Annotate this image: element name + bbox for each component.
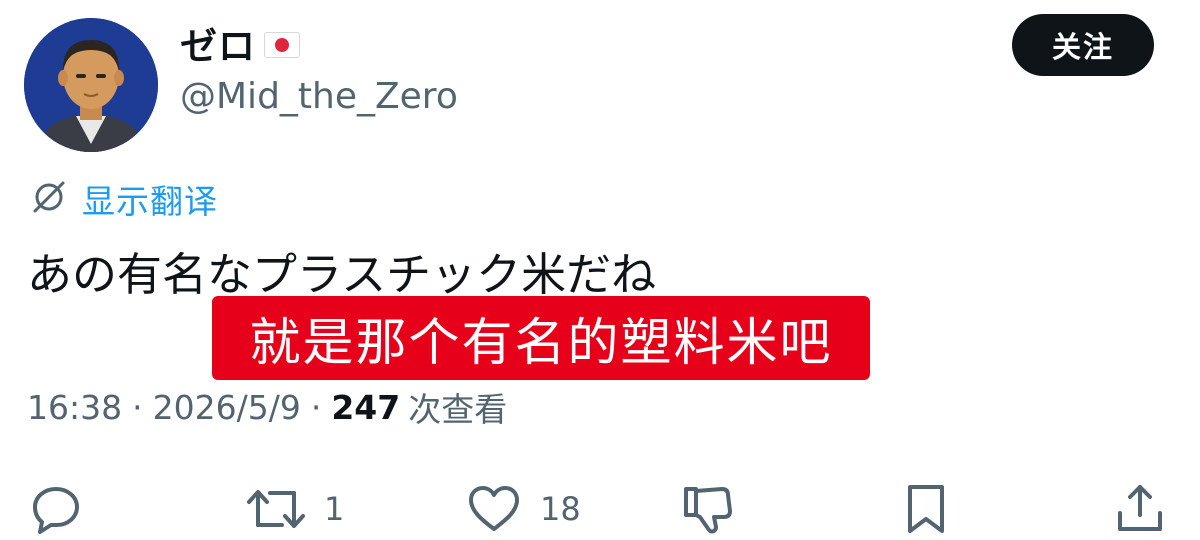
avatar[interactable] [24, 18, 158, 152]
like-button[interactable]: 18 [464, 478, 581, 540]
translate-icon [28, 176, 70, 222]
tweet-text: あの有名なプラスチック米だね [27, 248, 657, 301]
reply-button[interactable] [28, 478, 84, 540]
japan-flag-icon [264, 32, 300, 58]
tweet-meta: 16:38 · 2026/5/9 · 247 次查看 [27, 382, 507, 432]
retweet-count: 1 [324, 490, 345, 528]
translation-caption: 就是那个有名的塑料米吧 [212, 296, 870, 380]
views-label: 次查看 [408, 390, 508, 429]
views-count: 247 [331, 387, 401, 427]
heart-icon [464, 481, 524, 537]
meta-separator: · [310, 387, 322, 427]
author-name-row[interactable]: ゼロ [180, 18, 300, 68]
show-translation-link[interactable]: 显示翻译 [28, 176, 218, 222]
bookmark-icon [898, 481, 954, 537]
share-button[interactable] [1112, 478, 1168, 540]
like-count: 18 [540, 490, 581, 528]
bookmark-button[interactable] [898, 478, 954, 540]
dislike-button[interactable] [678, 478, 738, 540]
retweet-icon [244, 481, 308, 537]
share-icon [1112, 481, 1168, 537]
follow-button[interactable]: 关注 [1012, 14, 1154, 76]
thumbs-down-icon [678, 481, 738, 537]
meta-separator: · [132, 387, 143, 427]
reply-icon [28, 481, 84, 537]
retweet-button[interactable]: 1 [244, 478, 344, 540]
translate-label[interactable]: 显示翻译 [82, 175, 218, 223]
tweet-time[interactable]: 16:38 [27, 388, 122, 427]
display-name[interactable]: ゼロ [180, 16, 256, 70]
user-handle[interactable]: @Mid_the_Zero [180, 76, 458, 117]
tweet-date[interactable]: 2026/5/9 [153, 388, 301, 427]
